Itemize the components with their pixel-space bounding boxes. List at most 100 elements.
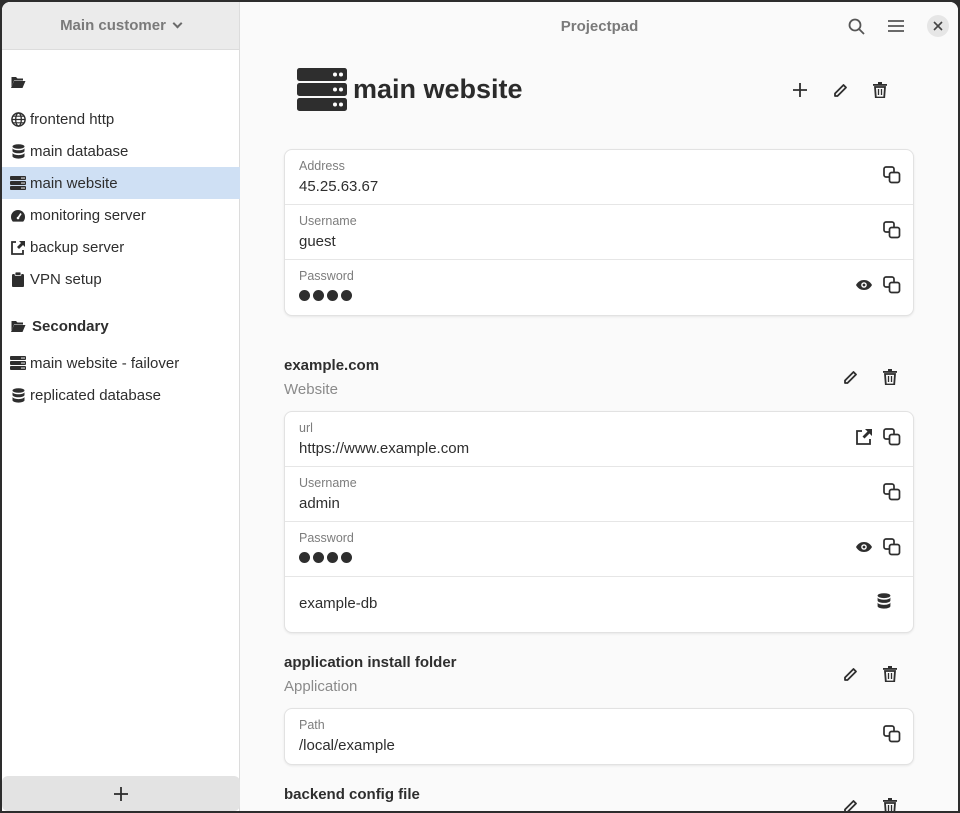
- pencil-icon: [833, 83, 847, 97]
- close-button[interactable]: [927, 15, 949, 37]
- sidebar-item-label: frontend http: [30, 110, 115, 128]
- server-icon: [10, 175, 26, 191]
- copy-button[interactable]: [883, 538, 901, 561]
- database-icon: [10, 387, 26, 403]
- edit-button[interactable]: [838, 365, 862, 389]
- section-subtitle: Website: [284, 381, 338, 398]
- app-title: Projectpad: [560, 17, 639, 35]
- linked-database-name[interactable]: example-db: [299, 595, 377, 612]
- sidebar-item-label: replicated database: [30, 386, 161, 404]
- sidebar-item-main-database[interactable]: main database: [2, 135, 240, 167]
- main-panel: Projectpad main website Address 45.25.63…: [241, 2, 958, 811]
- field-row-password: Password: [285, 522, 913, 577]
- edit-button[interactable]: [838, 662, 862, 686]
- field-label: Address: [299, 159, 345, 173]
- customer-name: Main customer: [60, 17, 166, 34]
- pencil-icon: [843, 799, 857, 811]
- gauge-icon: [10, 207, 26, 223]
- delete-button[interactable]: [868, 78, 892, 102]
- masked-password[interactable]: [299, 552, 352, 563]
- copy-icon: [883, 725, 901, 743]
- section-actions: [838, 365, 902, 389]
- copy-button[interactable]: [883, 428, 901, 451]
- globe-icon: [10, 111, 26, 127]
- reveal-password-button[interactable]: [855, 538, 873, 561]
- edit-button[interactable]: [838, 794, 862, 811]
- section-actions: [838, 794, 902, 811]
- add-item-button[interactable]: [2, 776, 240, 811]
- add-button[interactable]: [788, 78, 812, 102]
- chevron-down-icon: [172, 18, 183, 29]
- field-row-path: Path /local/example: [285, 709, 913, 764]
- trash-icon: [873, 82, 887, 98]
- sidebar-item-monitoring-server[interactable]: monitoring server: [2, 199, 240, 231]
- reveal-password-button[interactable]: [855, 276, 873, 299]
- field-value[interactable]: /local/example: [299, 737, 395, 754]
- search-button[interactable]: [844, 14, 868, 38]
- field-label: Path: [299, 718, 325, 732]
- field-row-username: Username guest: [285, 205, 913, 260]
- database-icon: [877, 593, 891, 609]
- sidebar-item-frontend-http[interactable]: frontend http: [2, 103, 240, 135]
- masked-password[interactable]: [299, 290, 352, 301]
- server-icon: [10, 355, 26, 371]
- website-card: url https://www.example.com Username adm…: [284, 411, 914, 633]
- field-label: Username: [299, 214, 357, 228]
- sidebar-item-label: VPN setup: [30, 270, 102, 288]
- delete-button[interactable]: [878, 662, 902, 686]
- database-icon: [10, 143, 26, 159]
- header-bar: Projectpad: [241, 2, 958, 50]
- app-window: Main customer frontend http main databas…: [2, 2, 958, 811]
- hamburger-menu-icon: [888, 20, 904, 32]
- field-value[interactable]: 45.25.63.67: [299, 178, 378, 195]
- delete-button[interactable]: [878, 794, 902, 811]
- trash-icon: [883, 798, 897, 811]
- field-value[interactable]: admin: [299, 495, 340, 512]
- application-card: Path /local/example: [284, 708, 914, 765]
- field-label: Password: [299, 531, 354, 545]
- section-title: example.com: [284, 357, 380, 374]
- search-icon: [848, 18, 865, 35]
- field-row-username: Username admin: [285, 467, 913, 522]
- copy-button[interactable]: [883, 221, 901, 244]
- field-value[interactable]: guest: [299, 233, 336, 250]
- copy-button[interactable]: [883, 483, 901, 506]
- pencil-icon: [843, 667, 857, 681]
- field-row-address: Address 45.25.63.67: [285, 150, 913, 205]
- section-title: backend config file: [284, 786, 420, 803]
- sidebar-item-vpn-setup[interactable]: VPN setup: [2, 263, 240, 295]
- server-info-card: Address 45.25.63.67 Username guest Passw…: [284, 149, 914, 316]
- menu-button[interactable]: [884, 14, 908, 38]
- section-subtitle: Application: [284, 678, 358, 695]
- server-actions: [788, 78, 892, 102]
- sidebar-group-default[interactable]: [2, 66, 240, 98]
- customer-selector[interactable]: Main customer: [2, 2, 239, 50]
- field-value[interactable]: https://www.example.com: [299, 440, 469, 457]
- copy-icon: [883, 428, 901, 446]
- eye-icon: [856, 542, 872, 552]
- sidebar-item-main-website-failover[interactable]: main website - failover: [2, 347, 240, 379]
- copy-icon: [883, 538, 901, 556]
- folder-open-icon: [10, 74, 26, 90]
- open-database-button[interactable]: [877, 593, 891, 614]
- sidebar-item-backup-server[interactable]: backup server: [2, 231, 240, 263]
- edit-button[interactable]: [828, 78, 852, 102]
- sidebar-item-main-website[interactable]: main website: [2, 167, 240, 199]
- section-title: application install folder: [284, 654, 457, 671]
- trash-icon: [883, 369, 897, 385]
- folder-open-icon: [10, 318, 26, 334]
- field-label: Password: [299, 269, 354, 283]
- sidebar-group-secondary[interactable]: Secondary: [2, 310, 240, 342]
- page-title: main website: [353, 74, 523, 104]
- sidebar-item-label: main website: [30, 174, 118, 192]
- sidebar-item-replicated-database[interactable]: replicated database: [2, 379, 240, 411]
- copy-button[interactable]: [883, 276, 901, 299]
- open-url-button[interactable]: [855, 428, 873, 451]
- copy-button[interactable]: [883, 725, 901, 748]
- field-row-password: Password: [285, 260, 913, 315]
- copy-icon: [883, 276, 901, 294]
- delete-button[interactable]: [878, 365, 902, 389]
- copy-button[interactable]: [883, 166, 901, 189]
- close-icon: [933, 21, 943, 31]
- copy-icon: [883, 166, 901, 184]
